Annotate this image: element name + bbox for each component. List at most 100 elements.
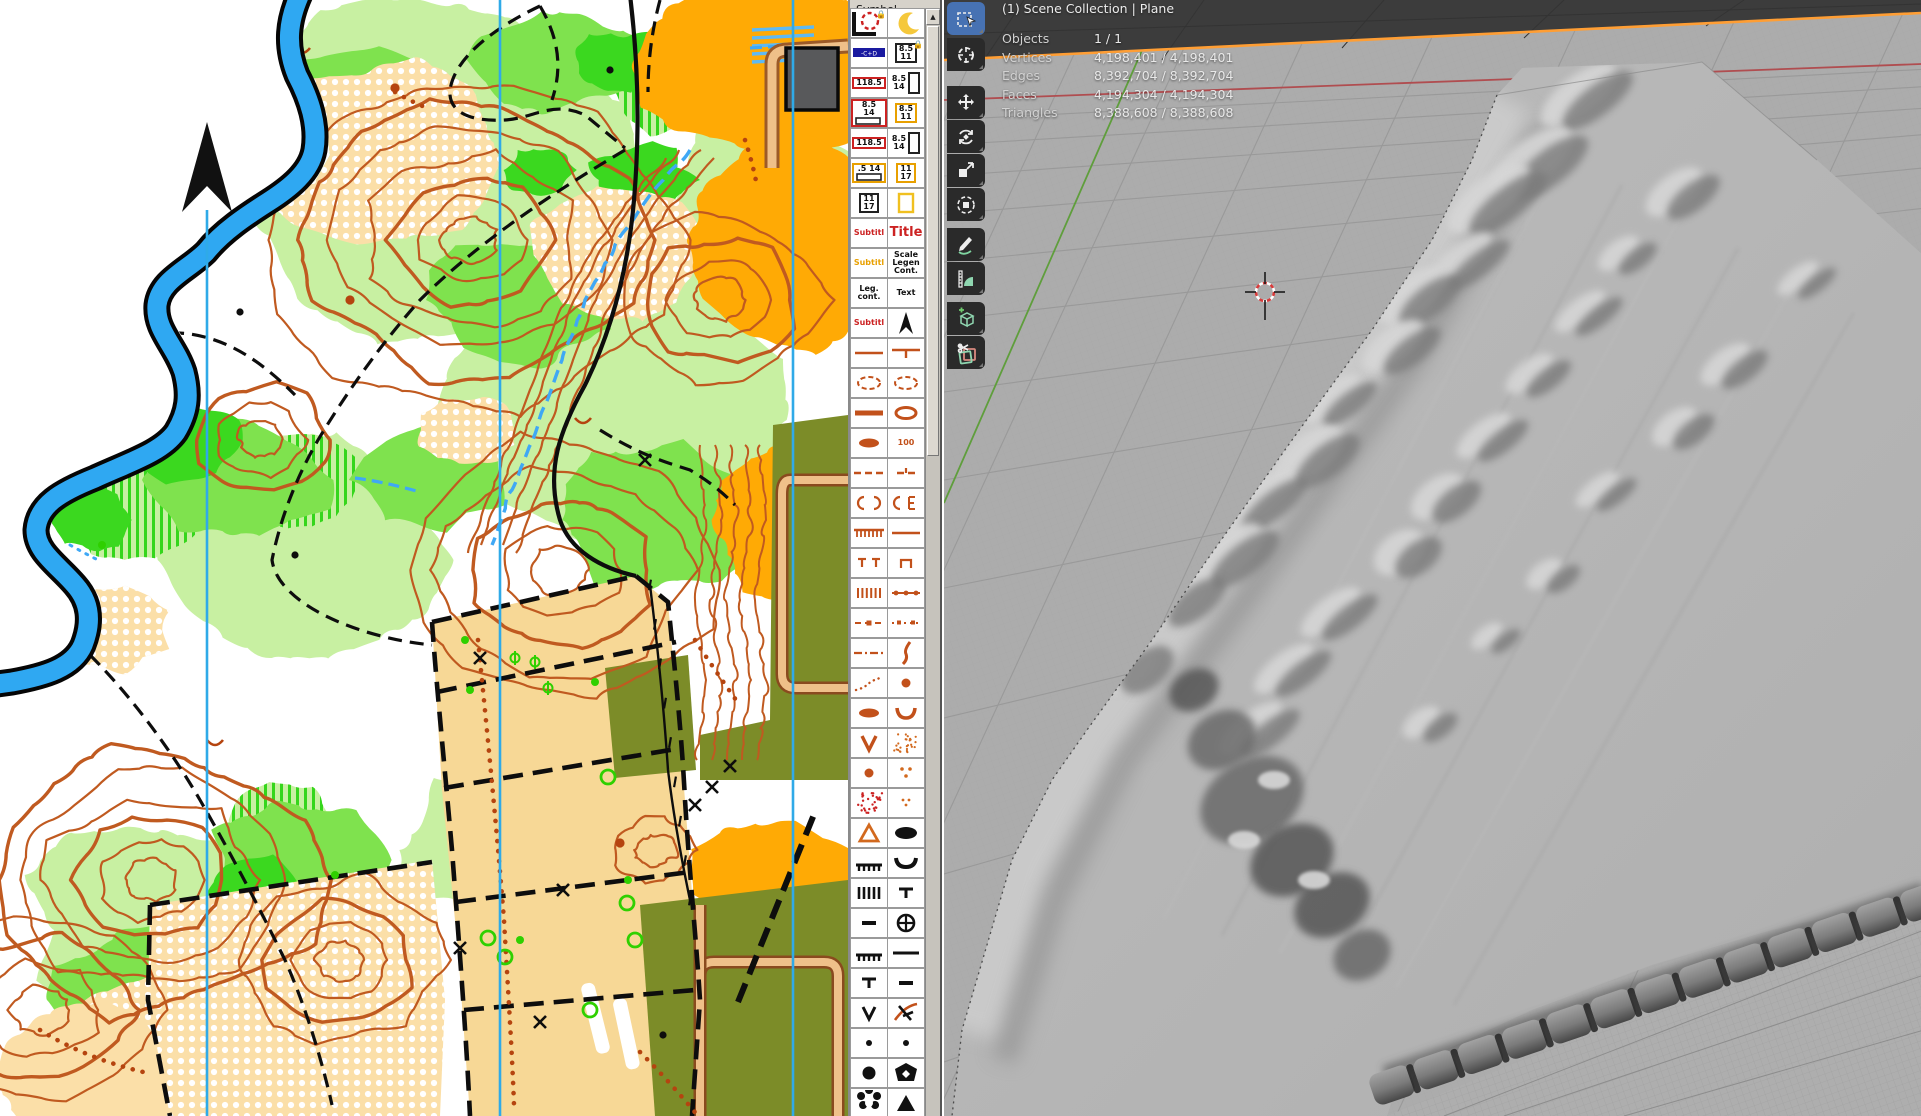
symbol-cell-ticks-brown[interactable] (850, 578, 888, 608)
tool-move-button[interactable] (947, 86, 985, 119)
blender-3d-viewport[interactable]: (1) Scene Collection | Plane Objects1 / … (944, 0, 1921, 1116)
symbol-cell-t-black[interactable] (887, 878, 925, 908)
symbol-cell-comb-black[interactable] (850, 938, 888, 968)
symbol-cell-text2[interactable]: 1117 (887, 158, 925, 188)
symbol-cell-specks-red[interactable] (850, 788, 888, 818)
symbol-cell-text[interactable]: Subtitl (850, 308, 888, 338)
symbol-cell-dot-black-sm[interactable] (887, 1028, 925, 1058)
symbol-cell-text[interactable]: Text (887, 278, 925, 308)
symbol-cell-dot-brown[interactable] (887, 668, 925, 698)
measure-icon (955, 267, 977, 291)
symbol-cell-ellipse-black[interactable] (887, 818, 925, 848)
symbol-cell-ce-brown[interactable] (887, 488, 925, 518)
symbol-cell-lens-brown[interactable] (850, 428, 888, 458)
symbol-cell-line-brown[interactable] (850, 338, 888, 368)
tool-select-box-button[interactable] (947, 2, 985, 35)
viewport-overlay: (1) Scene Collection | Plane Objects1 / … (1002, 1, 1233, 123)
symbol-cell-tridots-orange[interactable] (887, 758, 925, 788)
symbol-cell-v-black[interactable] (850, 998, 888, 1028)
symbol-cell-hook-brown[interactable] (887, 638, 925, 668)
symbol-cell-dash-tick-brown[interactable] (887, 458, 925, 488)
symbol-cell-box-yellow[interactable] (887, 188, 925, 218)
symbol-cell-bars-black[interactable] (850, 878, 888, 908)
symbol-cell-dash-black[interactable] (887, 968, 925, 998)
scrollbar-thumb[interactable] (927, 26, 939, 456)
symbol-cell-text2[interactable]: 1117 (850, 188, 888, 218)
symbol-cell-numbox[interactable]: 8.514 (887, 68, 925, 98)
symbol-cell-sqdash-brown[interactable] (850, 608, 888, 638)
symbol-cell-dot-black-sm[interactable] (850, 1028, 888, 1058)
symbol-cell-numbox[interactable]: 8.514 (887, 128, 925, 158)
symbol-cell-cc-brown[interactable] (850, 488, 888, 518)
symbol-cell-ellipse-dash-brown[interactable] (887, 368, 925, 398)
symbol-cell-barlabel[interactable]: .5 14 (850, 158, 888, 188)
symbol-cell-text2[interactable]: 8.511🔒 (887, 38, 925, 68)
symbol-row (851, 759, 928, 789)
symbol-cell-ellipse-dash-brown[interactable] (850, 368, 888, 398)
symbol-cell-text3[interactable]: ScaleLegenCont. (887, 248, 925, 278)
symbol-cell-comb-black[interactable] (850, 848, 888, 878)
symbol-cell-dashes-brown[interactable] (850, 458, 888, 488)
symbol-cell-map-corner-red-circle[interactable]: 🔒 (850, 8, 888, 38)
symbol-cell-text[interactable]: Subtitl (850, 218, 888, 248)
tool-annotate-button[interactable] (947, 228, 985, 261)
tool-bisect-button[interactable] (947, 336, 985, 369)
symbol-cell-pent-black[interactable] (887, 1058, 925, 1088)
stat-value: 8,392,704 / 8,392,704 (1094, 67, 1233, 86)
symbol-cell-text[interactable]: 118.5 (850, 128, 888, 158)
add-cube-icon (955, 307, 977, 331)
symbol-row (851, 519, 928, 549)
tool-measure-button[interactable] (947, 262, 985, 295)
symbol-cell-text[interactable]: 100 (887, 428, 925, 458)
symbol-cell-tt-brown[interactable] (850, 548, 888, 578)
symbol-cell-t-black[interactable] (850, 968, 888, 998)
symbol-cell-circle-black[interactable] (850, 1058, 888, 1088)
symbol-cell-v-brown[interactable] (850, 728, 888, 758)
tool-add-cube-button[interactable] (947, 302, 985, 335)
symbol-cell-u-black[interactable] (887, 848, 925, 878)
symbol-cell-flower-black[interactable] (850, 1088, 888, 1116)
symbol-cell-specks-orange[interactable] (887, 728, 925, 758)
tool-rotate-button[interactable] (947, 120, 985, 153)
symbol-cell-hachure-brown[interactable] (850, 518, 888, 548)
symbol-cell-lens-brown[interactable] (850, 698, 888, 728)
stat-label: Vertices (1002, 49, 1094, 68)
symbol-cell-text[interactable]: 118.5 (850, 68, 888, 98)
symbol-cell-colorbar-blue[interactable]: -C+D (850, 38, 888, 68)
symbol-cell-crossed-sticks[interactable] (887, 998, 925, 1028)
symbol-cell-text3[interactable]: Leg.cont. (850, 278, 888, 308)
map-canvas[interactable] (0, 0, 848, 1116)
symbol-cell-line-thick-brown[interactable] (850, 398, 888, 428)
symbol-cell-north-arrow[interactable] (887, 308, 925, 338)
symbol-cell-dashdot-brown[interactable] (850, 638, 888, 668)
symbol-cell-triangle-black[interactable] (887, 1088, 925, 1116)
symbol-cell-ellipse-brown[interactable] (887, 398, 925, 428)
scroll-up-icon[interactable]: ▲ (926, 9, 940, 25)
statistics-overlay: Objects1 / 1Vertices4,198,401 / 4,198,40… (1002, 30, 1233, 123)
symbol-cell-dash-black[interactable] (850, 908, 888, 938)
symbol-cell-line-brown[interactable] (887, 518, 925, 548)
symbol-cell-text[interactable]: Subtitl (850, 248, 888, 278)
symbol-cell-target-black[interactable] (887, 908, 925, 938)
tool-cursor-button[interactable] (947, 38, 985, 71)
stat-label: Triangles (1002, 104, 1094, 123)
symbol-cell-dotdash-brown[interactable] (887, 608, 925, 638)
symbol-cell-u-brown[interactable] (887, 698, 925, 728)
tool-scale-button[interactable] (947, 154, 985, 187)
symbol-cell-line-black[interactable] (887, 938, 925, 968)
symbol-cell-line-tick-brown[interactable] (887, 338, 925, 368)
tool-transform-button[interactable] (947, 188, 985, 221)
symbol-cell-tridots-orange-sm[interactable] (887, 788, 925, 818)
symbol-cell-n-brown[interactable] (887, 548, 925, 578)
symbol-cell-dotline-brown[interactable] (887, 578, 925, 608)
symbol-cell-dotcurve-brown[interactable] (850, 668, 888, 698)
symbol-grid: 🔒-C+D8.511🔒118.58.5148.5 148.511118.58.5… (851, 9, 928, 1116)
symbol-cell-crescent-yellow[interactable] (887, 8, 925, 38)
symbol-cell-dot-brown[interactable] (850, 758, 888, 788)
symbol-cell-triangle-orange[interactable] (850, 818, 888, 848)
symbol-cell-text2[interactable]: 8.511 (887, 98, 925, 128)
symbol-cell-text[interactable]: Title (887, 218, 925, 248)
symbol-cell-barlabel[interactable]: 8.5 14 (850, 98, 888, 128)
symbol-palette: Symbol 🔒-C+D8.511🔒118.58.5148.5 148.5111… (848, 0, 942, 1116)
palette-scrollbar[interactable]: ▲ (925, 9, 940, 1116)
